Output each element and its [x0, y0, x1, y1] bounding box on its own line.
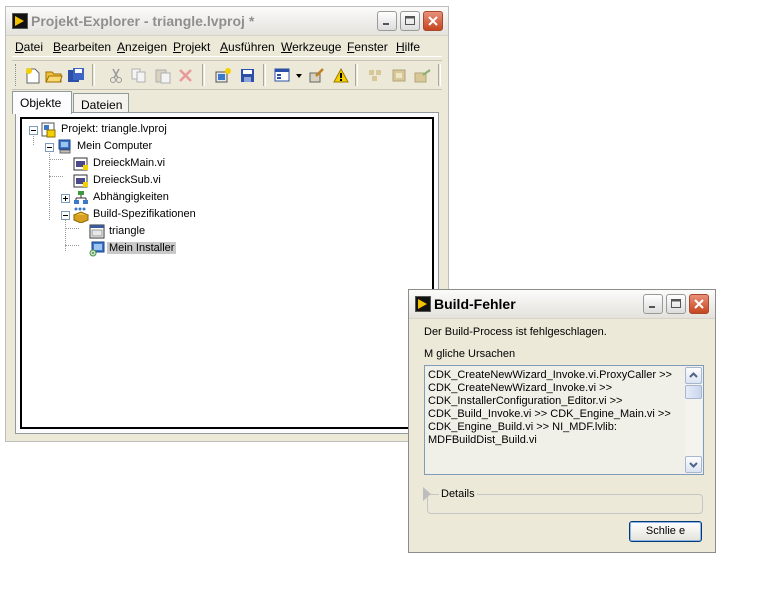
close-dialog-button[interactable]: Schlie e: [629, 521, 702, 542]
tab-objekte[interactable]: Objekte: [12, 91, 72, 114]
cause-line: MDFBuildDist_Build.vi: [428, 434, 537, 446]
menu-fenster[interactable]: Fenster: [347, 40, 388, 54]
tree-label: Mein Installer: [107, 242, 177, 254]
menu-bearbeiten[interactable]: Bearbeiten: [53, 40, 111, 54]
tree-line: [49, 150, 50, 220]
labview-icon: [12, 13, 28, 29]
vertical-scrollbar[interactable]: [685, 367, 702, 473]
menu-bar: Datei Bearbeiten Anzeigen Projekt Ausfüh…: [12, 38, 442, 57]
save-all-icon[interactable]: [67, 67, 85, 84]
causes-listbox[interactable]: CDK_CreateNewWizard_Invoke.vi.ProxyCalle…: [424, 365, 704, 475]
build-icon[interactable]: [367, 67, 385, 84]
toolbar: [12, 60, 442, 90]
build-specs-icon: [73, 207, 89, 223]
toolbar-grip[interactable]: [15, 64, 18, 86]
tree-label: DreieckSub.vi: [93, 174, 161, 186]
toolbar-separator: [92, 64, 95, 86]
build-error-dialog: Build-Fehler Der Build-Process ist fehlg…: [408, 289, 716, 553]
cause-line: CDK_InstallerConfiguration_Editor.vi >>: [428, 395, 623, 407]
scroll-thumb[interactable]: [685, 385, 702, 399]
menu-anzeigen[interactable]: Anzeigen: [117, 40, 167, 54]
collapse-computer-toggle[interactable]: [45, 143, 54, 152]
installer-icon: [89, 241, 105, 257]
tree-label: DreieckMain.vi: [93, 157, 166, 169]
scroll-up-button[interactable]: [685, 367, 702, 384]
tree-line: [49, 176, 63, 177]
tab-panel: Projekt: triangle.lvproj Mein Computer D…: [15, 112, 439, 434]
dependencies-icon: [74, 191, 88, 204]
menu-ausfuehren[interactable]: Ausführen: [220, 40, 275, 54]
cut-icon[interactable]: [107, 67, 125, 84]
details-label[interactable]: Details: [439, 488, 477, 500]
tab-dateien[interactable]: Dateien: [73, 93, 129, 113]
explorer-title: Projekt-Explorer - triangle.lvproj *: [31, 13, 255, 29]
paste-icon[interactable]: [154, 67, 172, 84]
deploy-icon[interactable]: [414, 67, 432, 84]
scroll-down-button[interactable]: [685, 456, 702, 473]
tab-strip: Objekte Dateien: [12, 91, 442, 114]
toolbar-separator: [438, 64, 441, 86]
tree-line: [65, 228, 79, 229]
build-all-icon[interactable]: [391, 67, 409, 84]
collapse-project-toggle[interactable]: [29, 126, 38, 135]
minimize-button[interactable]: [377, 11, 397, 31]
close-button[interactable]: [689, 294, 709, 314]
maximize-button[interactable]: [400, 11, 420, 31]
computer-icon: [58, 139, 71, 154]
expand-dependencies-toggle[interactable]: [61, 194, 70, 203]
delete-icon[interactable]: [177, 67, 195, 84]
cause-line: CDK_CreateNewWizard_Invoke.vi >>: [428, 382, 613, 394]
toolbar-separator: [202, 64, 205, 86]
application-icon: [89, 224, 105, 239]
close-button[interactable]: [423, 11, 443, 31]
dropdown-arrow-icon[interactable]: [294, 67, 304, 84]
open-folder-icon[interactable]: [45, 67, 63, 84]
project-explorer-window: Projekt-Explorer - triangle.lvproj * Dat…: [5, 6, 449, 442]
save-project-icon[interactable]: [239, 67, 257, 84]
project-icon: [41, 122, 56, 138]
tree-label: Mein Computer: [77, 140, 153, 152]
toolbar-separator: [263, 64, 266, 86]
tree-label: Abhängigkeiten: [93, 191, 169, 203]
minimize-button[interactable]: [643, 294, 663, 314]
maximize-button[interactable]: [666, 294, 686, 314]
menu-hilfe[interactable]: Hilfe: [396, 40, 420, 54]
tree-line: [65, 219, 66, 251]
menu-projekt[interactable]: Projekt: [173, 40, 210, 54]
tree-label: Build-Spezifikationen: [93, 208, 196, 220]
collapse-build-specs-toggle[interactable]: [61, 211, 70, 220]
tree-label: triangle: [109, 225, 146, 237]
error-message: Der Build-Process ist fehlgeschlagen.: [424, 326, 607, 338]
properties-icon[interactable]: [308, 67, 326, 84]
explorer-titlebar[interactable]: Projekt-Explorer - triangle.lvproj *: [6, 7, 448, 36]
toolbar-separator: [355, 64, 358, 86]
copy-icon[interactable]: [130, 67, 148, 84]
dialog-titlebar[interactable]: Build-Fehler: [409, 290, 715, 319]
vi-icon: [73, 157, 88, 171]
view-options-icon[interactable]: [274, 67, 292, 84]
tree-line: [65, 245, 79, 246]
vi-icon: [73, 174, 88, 188]
cause-line: CDK_CreateNewWizard_Invoke.vi.ProxyCalle…: [428, 369, 672, 381]
menu-datei[interactable]: Datei: [15, 40, 43, 54]
add-file-icon[interactable]: [215, 67, 233, 84]
labview-icon: [415, 296, 431, 312]
tree-label: Projekt: triangle.lvproj: [61, 123, 167, 135]
cause-line: CDK_Build_Invoke.vi >> CDK_Engine_Main.v…: [428, 408, 671, 420]
new-icon[interactable]: [24, 67, 42, 84]
menu-werkzeuge[interactable]: Werkzeuge: [281, 40, 341, 54]
warning-icon[interactable]: [332, 67, 350, 84]
causes-label: M gliche Ursachen: [424, 348, 516, 360]
cause-line: CDK_Engine_Build.vi >> NI_MDF.lvlib:: [428, 421, 617, 433]
tree-line: [49, 159, 63, 160]
project-tree[interactable]: Projekt: triangle.lvproj Mein Computer D…: [20, 117, 434, 429]
dialog-title: Build-Fehler: [434, 296, 516, 312]
